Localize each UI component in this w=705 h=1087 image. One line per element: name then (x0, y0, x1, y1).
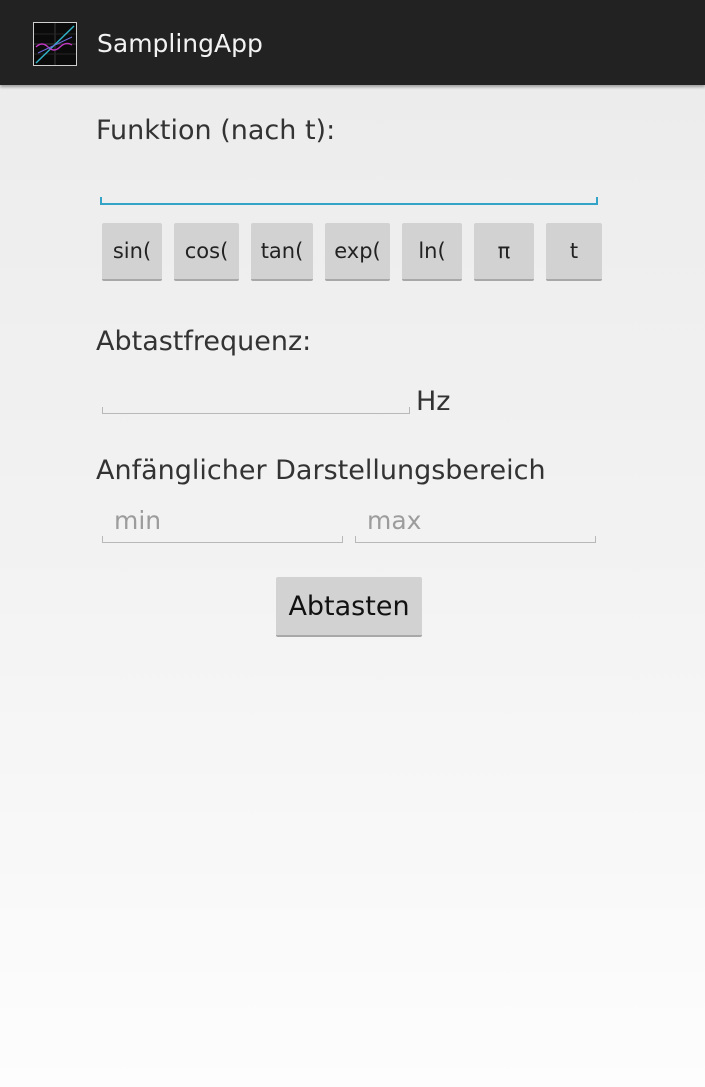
insert-t-button[interactable]: t (546, 223, 602, 281)
function-label: Funktion (nach t): (96, 115, 336, 146)
insert-ln-button[interactable]: ln( (402, 223, 462, 281)
function-input[interactable] (100, 197, 598, 205)
frequency-input[interactable] (102, 407, 410, 414)
sampling-chart-icon[interactable] (33, 22, 77, 66)
max-placeholder: max (367, 506, 422, 535)
range-label: Anfänglicher Darstellungsbereich (96, 455, 546, 486)
frequency-label: Abtastfrequenz: (96, 326, 312, 357)
min-placeholder: min (114, 506, 162, 535)
range-max-input[interactable] (355, 536, 596, 543)
insert-tan-button[interactable]: tan( (251, 223, 313, 281)
action-bar: SamplingApp (0, 0, 705, 85)
insert-pi-button[interactable]: π (474, 223, 534, 281)
frequency-unit: Hz (416, 386, 451, 417)
insert-sin-button[interactable]: sin( (102, 223, 162, 281)
insert-cos-button[interactable]: cos( (174, 223, 239, 281)
insert-exp-button[interactable]: exp( (325, 223, 390, 281)
app-title: SamplingApp (97, 29, 263, 58)
sample-button[interactable]: Abtasten (276, 577, 422, 637)
range-min-input[interactable] (102, 536, 343, 543)
